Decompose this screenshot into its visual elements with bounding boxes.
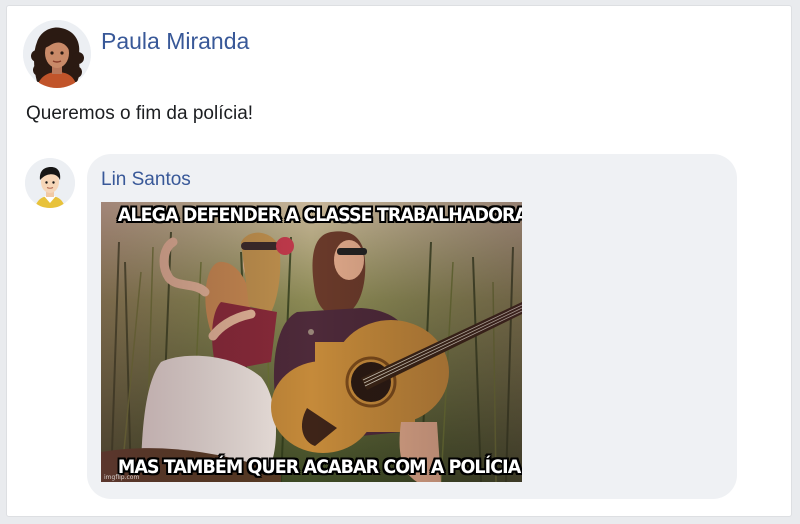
meme-top-caption: ALEGA DEFENDER A CLASSE TRABALHADORA: [117, 204, 522, 226]
post-card: Paula Miranda Queremos o fim da polícia!…: [6, 5, 792, 517]
man-black-hair-avatar-icon: [25, 158, 75, 208]
post-author-name[interactable]: Paula Miranda: [101, 28, 249, 55]
meme-photo-illustration: [101, 202, 522, 482]
author-avatar[interactable]: [23, 20, 91, 88]
meme-watermark: imgflip.com: [104, 474, 140, 481]
meme-bottom-caption: MAS TAMBÉM QUER ACABAR COM A POLÍCIA: [117, 456, 521, 478]
post-text: Queremos o fim da polícia!: [26, 103, 254, 124]
comment-bubble: Lin Santos ALEGA DEFENDER A CLASSE TRABA…: [87, 154, 737, 499]
woman-curly-hair-avatar-icon: [23, 20, 91, 88]
meme-image[interactable]: ALEGA DEFENDER A CLASSE TRABALHADORA MAS…: [101, 202, 522, 482]
comment-author-avatar[interactable]: [25, 158, 75, 208]
comment-author-name[interactable]: Lin Santos: [101, 169, 191, 191]
